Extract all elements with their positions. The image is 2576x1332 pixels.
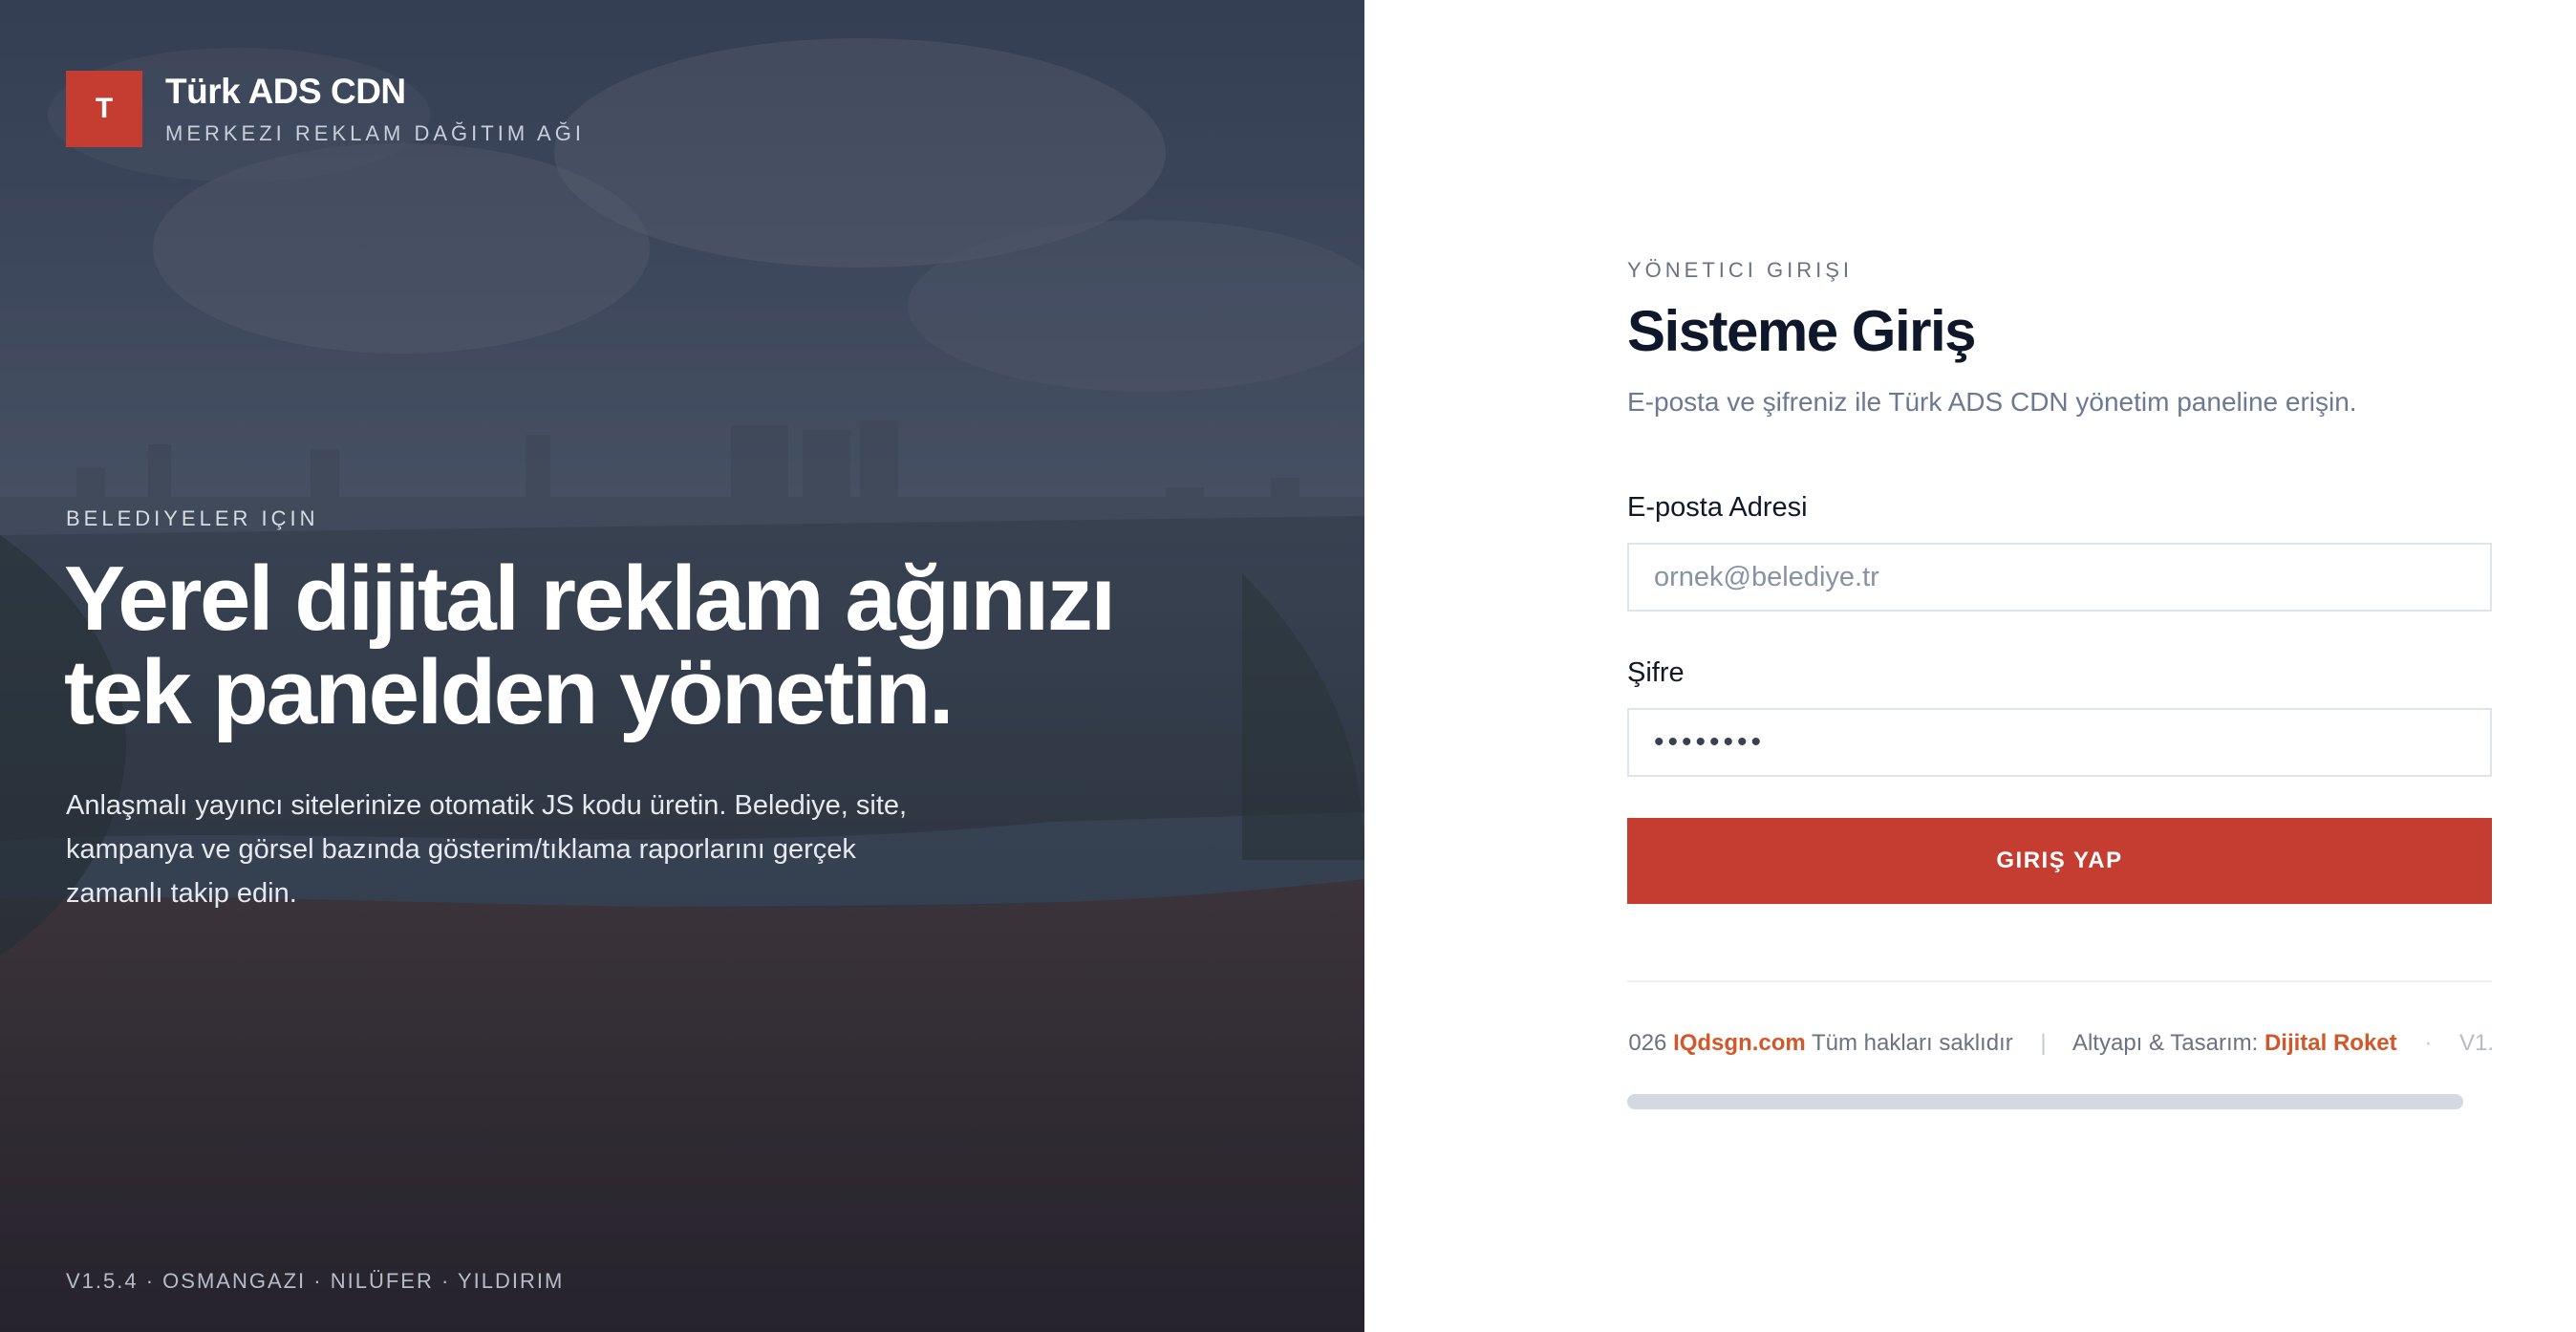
hero-footer: V1.5.4 · OSMANGAZI · NILÜFER · YILDIRIM [66,1269,565,1293]
rights-text: Tüm hakları saklıdır [1811,1030,2013,1056]
hero-headline-line-1: Yerel dijital reklam ağınızı [64,548,1116,650]
login-button[interactable]: GIRIŞ YAP [1627,818,2492,904]
footer-version: V1.5.4 [2458,1030,2492,1056]
brand-text: Türk ADS CDN MERKEZI REKLAM DAĞITIM AĞI [165,72,585,146]
login-kicker: YÖNETICI GIRIŞI [1627,258,1854,282]
horizontal-scrollbar[interactable] [1627,1094,2463,1109]
hero-headline: Yerel dijital reklam ağınızı tek panelde… [64,552,1306,740]
login-panel: YÖNETICI GIRIŞI Sisteme Giriş E-posta ve… [1364,0,2576,1332]
password-field[interactable] [1627,708,2492,777]
password-label: Şifre [1627,657,1685,688]
brand-logo: T [66,71,142,147]
hero-description: Anlaşmalı yayıncı sitelerinize otomatik … [66,790,908,909]
brand-name: Türk ADS CDN [165,72,406,111]
footer-dot: · [2424,1030,2433,1056]
hero-content: T Türk ADS CDN MERKEZI REKLAM DAĞITIM AĞ… [0,0,1364,1332]
company-link[interactable]: IQdsgn.com [1673,1030,1806,1056]
login-title: Sisteme Giriş [1627,299,1977,363]
footer-text: 2026 IQdsgn.com Tüm hakları saklıdır | A… [1627,1030,2492,1057]
hero-eyebrow: BELEDIYELER IÇIN [66,506,319,530]
credit-link[interactable]: Dijital Roket [2265,1030,2397,1056]
email-label: E-posta Adresi [1627,492,1808,523]
footer-separator: | [2040,1030,2047,1056]
footer-scroll-area[interactable]: 2026 IQdsgn.com Tüm hakları saklıdır | A… [1627,1030,2492,1068]
email-field[interactable] [1627,543,2492,612]
divider [1627,980,2492,982]
hero-headline-line-2: tek panelden yönetin. [64,641,955,743]
copyright-year: 2026 [1627,1030,1667,1056]
login-subtitle: E-posta ve şifreniz ile Türk ADS CDN yön… [1627,387,2357,417]
hero-panel: T Türk ADS CDN MERKEZI REKLAM DAĞITIM AĞ… [0,0,1364,1332]
credit-prefix: Altyapı & Tasarım: [2072,1030,2259,1056]
brand-tagline: MERKEZI REKLAM DAĞITIM AĞI [165,121,585,145]
brand: T Türk ADS CDN MERKEZI REKLAM DAĞITIM AĞ… [66,71,585,147]
